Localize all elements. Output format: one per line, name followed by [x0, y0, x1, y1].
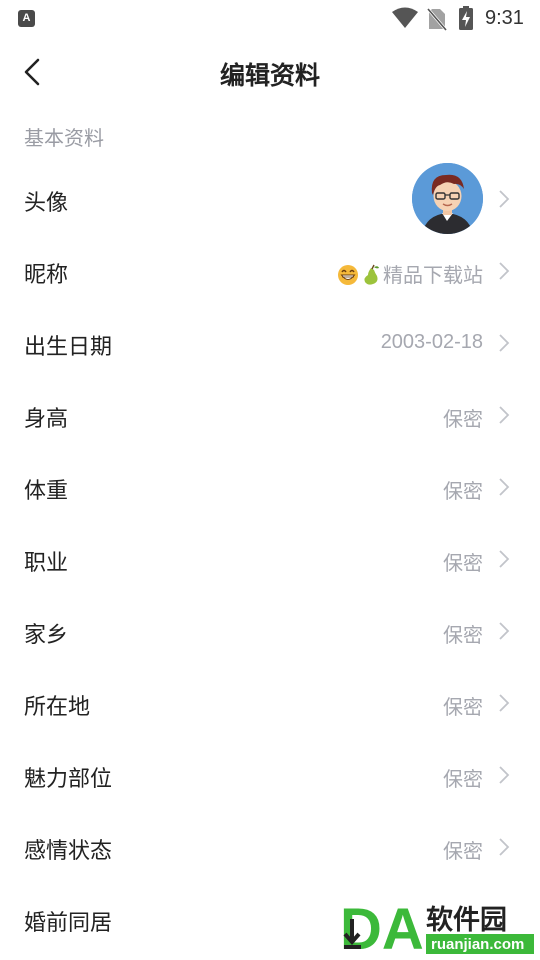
grin-emoji-icon — [338, 265, 358, 285]
row-label: 身高 — [24, 407, 69, 432]
chevron-right-icon — [499, 334, 510, 352]
chevron-right-icon — [499, 478, 510, 496]
row-label: 家乡 — [24, 623, 69, 648]
row-weight[interactable]: 体重 保密 — [0, 451, 540, 523]
chevron-right-icon — [499, 550, 510, 568]
status-bar: A 9:31 — [0, 0, 540, 36]
watermark-url: ruanjian.com — [431, 936, 524, 953]
row-label: 魅力部位 — [24, 767, 113, 792]
height-value: 保密 — [443, 407, 483, 431]
header: 编辑资料 — [0, 36, 540, 108]
chevron-right-icon — [499, 838, 510, 856]
row-label: 体重 — [24, 479, 69, 504]
chevron-right-icon — [499, 694, 510, 712]
status-time: 9:31 — [485, 7, 524, 29]
watermark-logo: DA 软件园 ruanjian.com — [338, 897, 538, 960]
row-label: 婚前同居 — [24, 911, 113, 936]
row-label: 感情状态 — [24, 839, 113, 864]
hometown-value: 保密 — [443, 623, 483, 647]
row-label: 职业 — [24, 551, 69, 576]
app-notification-icon: A — [18, 10, 35, 27]
row-location[interactable]: 所在地 保密 — [0, 667, 540, 739]
row-height[interactable]: 身高 保密 — [0, 379, 540, 451]
avatar[interactable] — [412, 163, 483, 234]
no-sim-icon — [427, 8, 447, 31]
chevron-right-icon — [499, 190, 510, 208]
nickname-text: 精品下载站 — [383, 263, 483, 287]
wifi-icon — [392, 7, 418, 28]
row-relationship-status[interactable]: 感情状态 保密 — [0, 811, 540, 883]
chevron-right-icon — [499, 766, 510, 784]
pear-emoji-icon — [364, 264, 379, 285]
section-label: 基本资料 — [24, 126, 104, 150]
row-label: 出生日期 — [24, 335, 113, 360]
row-hometown[interactable]: 家乡 保密 — [0, 595, 540, 667]
row-label: 昵称 — [24, 263, 69, 288]
row-charm-feature[interactable]: 魅力部位 保密 — [0, 739, 540, 811]
relationship-status-value: 保密 — [443, 839, 483, 863]
battery-charging-icon — [459, 6, 473, 30]
birthday-value: 2003-02-18 — [380, 331, 483, 353]
location-value: 保密 — [443, 695, 483, 719]
row-nickname[interactable]: 昵称 精品下载站 — [0, 235, 540, 307]
row-label: 所在地 — [24, 695, 91, 720]
weight-value: 保密 — [443, 479, 483, 503]
row-birthday[interactable]: 出生日期 2003-02-18 — [0, 307, 540, 379]
occupation-value: 保密 — [443, 551, 483, 575]
chevron-right-icon — [499, 406, 510, 424]
watermark-brand: 软件园 — [426, 905, 507, 936]
row-label: 头像 — [24, 191, 69, 216]
nickname-value: 精品下载站 — [337, 259, 483, 288]
charm-feature-value: 保密 — [443, 767, 483, 791]
row-avatar[interactable]: 头像 — [0, 163, 540, 235]
row-occupation[interactable]: 职业 保密 — [0, 523, 540, 595]
profile-rows: 头像 昵称 精品下载站 出生日期 2003-02-18 身高 保密 体重 保密 … — [0, 163, 540, 955]
chevron-right-icon — [499, 622, 510, 640]
chevron-right-icon — [499, 262, 510, 280]
page-title: 编辑资料 — [219, 61, 320, 90]
